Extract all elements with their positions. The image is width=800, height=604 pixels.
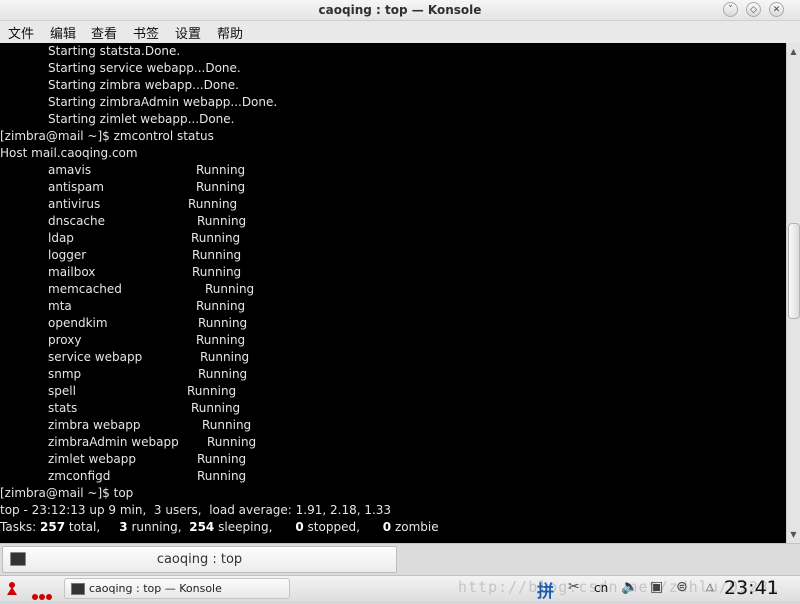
service-state: Running: [196, 333, 246, 347]
service-row: zmconfigd Running: [0, 468, 786, 485]
service-state: Running: [202, 418, 252, 432]
service-state: Running: [192, 248, 242, 262]
service-row: amavis Running: [0, 162, 786, 179]
service-state: Running: [196, 299, 246, 313]
service-row: dnscache Running: [0, 213, 786, 230]
service-row: ldap Running: [0, 230, 786, 247]
menu-bookmarks[interactable]: 书签: [133, 23, 159, 42]
service-name: logger: [48, 248, 87, 262]
service-state: Running: [191, 231, 241, 245]
scissors-icon[interactable]: ✂: [568, 579, 580, 595]
desktop-panel: caoqing : top — Konsole http://blog.csdn…: [0, 575, 800, 604]
service-name: mta: [48, 299, 72, 313]
service-name: spell: [48, 384, 76, 398]
service-row: snmp Running: [0, 366, 786, 383]
minimize-icon[interactable]: ˅: [723, 2, 738, 17]
service-name: zimbraAdmin webapp: [48, 435, 179, 449]
konsole-tab-bar: caoqing : top: [0, 543, 800, 575]
service-state: Running: [196, 180, 246, 194]
taskbar-item-konsole[interactable]: caoqing : top — Konsole: [64, 578, 290, 599]
service-state: Running: [200, 350, 250, 364]
service-row: zimbraAdmin webapp Running: [0, 434, 786, 451]
service-name: snmp: [48, 367, 82, 381]
service-row: service webapp Running: [0, 349, 786, 366]
service-row: proxy Running: [0, 332, 786, 349]
service-name: ldap: [48, 231, 74, 245]
service-name: zimlet webapp: [48, 452, 136, 466]
taskbar-item-label: caoqing : top — Konsole: [89, 582, 222, 595]
maximize-icon[interactable]: ◇: [746, 2, 761, 17]
service-name: amavis: [48, 163, 92, 177]
top-tasks-line: Tasks: 257 total, 3 running, 254 sleepin…: [0, 520, 439, 534]
terminal-prompt: [zimbra@mail ~]$ top: [0, 486, 134, 500]
service-name: service webapp: [48, 350, 143, 364]
service-row: mailbox Running: [0, 264, 786, 281]
terminal-icon: [71, 583, 85, 595]
menu-help[interactable]: 帮助: [217, 23, 243, 42]
service-row: opendkim Running: [0, 315, 786, 332]
service-name: antivirus: [48, 197, 101, 211]
tray-expand-icon[interactable]: △: [706, 582, 714, 593]
close-icon[interactable]: ✕: [769, 2, 784, 17]
service-row: memcached Running: [0, 281, 786, 298]
terminal-scrollbar[interactable]: ▲ ▼: [786, 43, 800, 543]
keyboard-layout-indicator[interactable]: cn: [594, 581, 608, 595]
service-name: stats: [48, 401, 78, 415]
service-name: dnscache: [48, 214, 106, 228]
service-row: logger Running: [0, 247, 786, 264]
service-row: antivirus Running: [0, 196, 786, 213]
service-name: mailbox: [48, 265, 96, 279]
service-row: antispam Running: [0, 179, 786, 196]
scroll-up-arrow-icon[interactable]: ▲: [787, 45, 800, 58]
service-row: mta Running: [0, 298, 786, 315]
service-state: Running: [207, 435, 257, 449]
clock[interactable]: 23:41: [724, 577, 779, 599]
menu-settings[interactable]: 设置: [175, 23, 201, 42]
menu-edit[interactable]: 编辑: [50, 23, 76, 42]
window-titlebar[interactable]: caoqing : top — Konsole ˅ ◇ ✕: [0, 0, 800, 21]
service-row: stats Running: [0, 400, 786, 417]
input-method-icon[interactable]: 拼: [537, 577, 554, 602]
service-state: Running: [188, 197, 238, 211]
menu-file[interactable]: 文件: [8, 23, 34, 42]
service-state: Running: [191, 401, 241, 415]
menu-bar: 文件 编辑 查看 书签 设置 帮助: [0, 21, 800, 43]
volume-icon[interactable]: 🔈: [621, 579, 638, 595]
service-row: zimbra webapp Running: [0, 417, 786, 434]
service-state: Running: [197, 452, 247, 466]
service-state: Running: [198, 316, 248, 330]
tab-caoqing-top[interactable]: caoqing : top: [2, 546, 397, 573]
service-name: opendkim: [48, 316, 108, 330]
service-row: spell Running: [0, 383, 786, 400]
scroll-down-arrow-icon[interactable]: ▼: [787, 528, 800, 541]
service-state: Running: [205, 282, 255, 296]
service-state: Running: [196, 163, 246, 177]
application-launcher-icon[interactable]: [4, 580, 20, 596]
service-name: zimbra webapp: [48, 418, 141, 432]
service-state: Running: [192, 265, 242, 279]
service-name: proxy: [48, 333, 82, 347]
printer-icon[interactable]: ▣: [650, 579, 663, 595]
service-state: Running: [187, 384, 237, 398]
terminal-host-line: Host mail.caoqing.com: [0, 146, 138, 160]
scrollbar-thumb[interactable]: [788, 223, 800, 319]
service-state: Running: [198, 367, 248, 381]
service-name: antispam: [48, 180, 104, 194]
network-icon[interactable]: ⊜: [676, 579, 688, 595]
service-name: zmconfigd: [48, 469, 111, 483]
terminal-prompt: [zimbra@mail ~]$ zmcontrol status: [0, 129, 214, 143]
tab-label: caoqing : top: [156, 552, 243, 567]
virtual-desktop-pager[interactable]: [32, 585, 53, 604]
top-summary-line: top - 23:12:13 up 9 min, 3 users, load a…: [0, 503, 392, 517]
menu-view[interactable]: 查看: [91, 23, 117, 42]
service-row: zimlet webapp Running: [0, 451, 786, 468]
service-state: Running: [197, 214, 247, 228]
window-title: caoqing : top — Konsole: [318, 3, 482, 17]
service-name: memcached: [48, 282, 122, 296]
terminal-output[interactable]: Starting statsta.Done. Starting service …: [0, 43, 786, 543]
service-state: Running: [197, 469, 247, 483]
